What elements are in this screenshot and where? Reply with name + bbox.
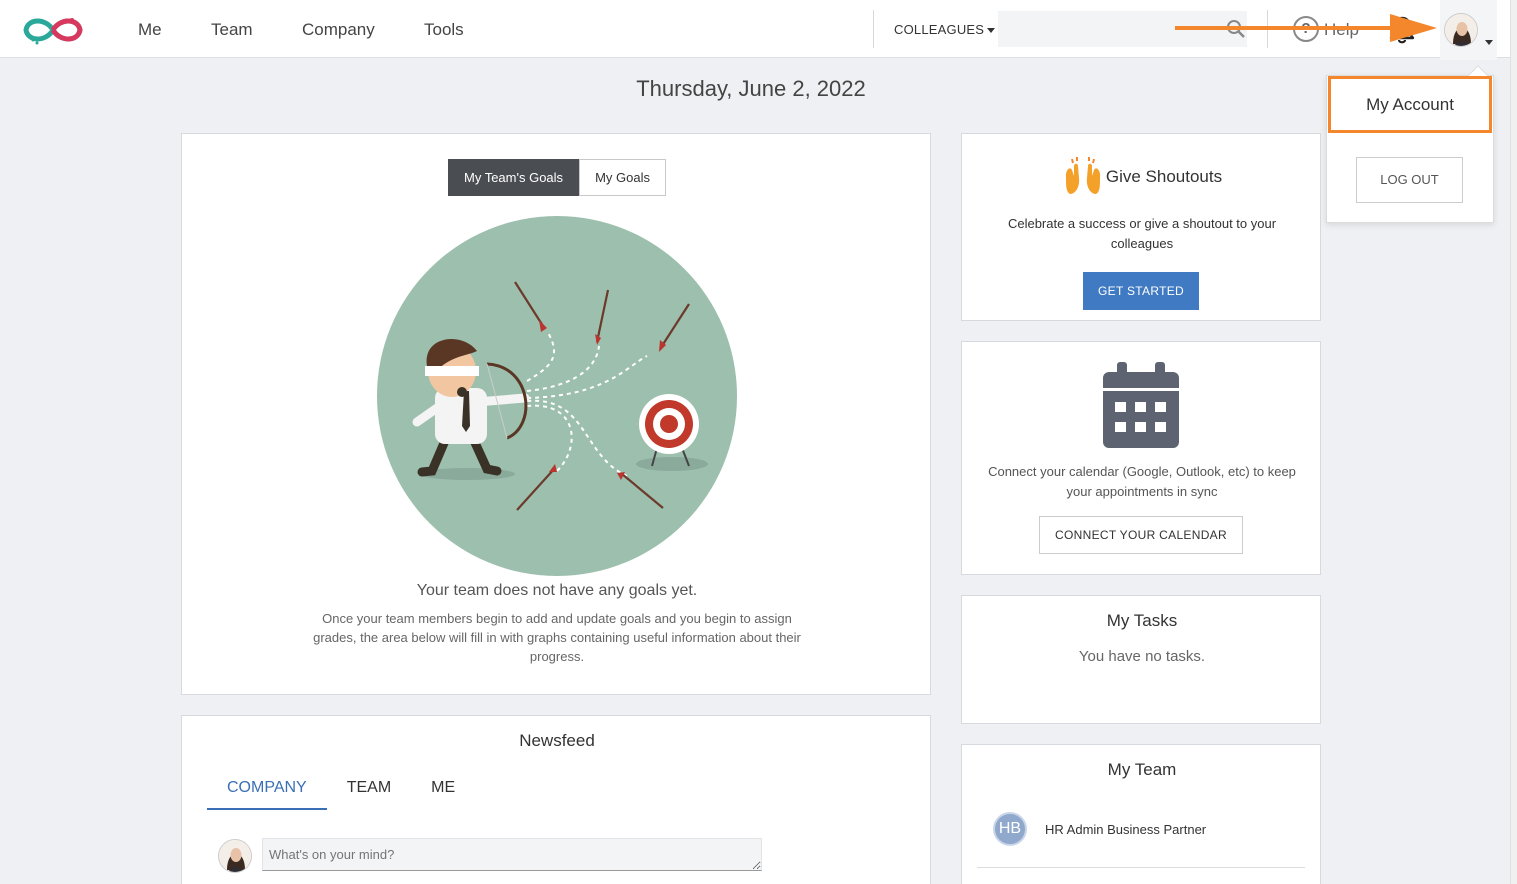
team-card: My Team HB HR Admin Business Partner <box>961 744 1321 884</box>
team-title: My Team <box>1107 760 1177 779</box>
nav-tools[interactable]: Tools <box>424 20 464 40</box>
goals-empty-title: Your team does not have any goals yet. <box>416 582 698 599</box>
calendar-text: Connect your calendar (Google, Outlook, … <box>988 464 1296 499</box>
colleagues-label: COLLEAGUES <box>894 22 985 37</box>
calendar-icon <box>1103 362 1179 448</box>
tasks-title: My Tasks <box>1106 611 1178 630</box>
get-started-button[interactable]: GET STARTED <box>1083 272 1199 310</box>
tab-my-goals[interactable]: My Goals <box>579 159 666 196</box>
newsfeed-tabs: COMPANY TEAM ME <box>207 772 475 810</box>
nav-team[interactable]: Team <box>211 20 253 40</box>
team-member-row[interactable]: HB HR Admin Business Partner <box>977 800 1305 868</box>
tasks-card: My Tasks You have no tasks. <box>961 595 1321 724</box>
post-input[interactable] <box>262 838 762 871</box>
archer-illustration <box>377 216 737 576</box>
goals-toggle: My Team's Goals My Goals <box>448 159 666 196</box>
shoutouts-text: Celebrate a success or give a shoutout t… <box>1007 216 1277 251</box>
nav-company[interactable]: Company <box>302 20 375 40</box>
nav-me[interactable]: Me <box>138 20 162 40</box>
avatar: HB <box>993 812 1027 846</box>
page-scrollbar[interactable] <box>1510 0 1517 884</box>
calendar-card: Connect your calendar (Google, Outlook, … <box>961 341 1321 575</box>
raised-hands-icon <box>1065 157 1101 194</box>
chevron-down-icon <box>1485 40 1493 45</box>
newsfeed-title: Newsfeed <box>519 731 595 750</box>
goals-empty-text: Once your team members begin to add and … <box>313 611 801 664</box>
tab-company[interactable]: COMPANY <box>207 772 327 810</box>
logout-button[interactable]: LOG OUT <box>1356 157 1463 203</box>
chevron-down-icon <box>987 28 996 34</box>
page-date: Thursday, June 2, 2022 <box>636 76 866 101</box>
nav-divider <box>873 10 874 48</box>
guide-arrow-icon <box>1175 14 1437 42</box>
shoutouts-title: Give Shoutouts <box>1105 167 1223 186</box>
company-logo[interactable] <box>20 12 86 48</box>
tab-my-teams-goals[interactable]: My Team's Goals <box>448 159 580 196</box>
shoutouts-header: Give Shoutouts <box>962 156 1322 198</box>
user-avatar[interactable] <box>1444 13 1478 47</box>
tab-me[interactable]: ME <box>411 772 475 810</box>
team-member-name: HR Admin Business Partner <box>1045 822 1207 837</box>
goals-card: My Team's Goals My Goals Your team does … <box>181 133 931 695</box>
tab-team[interactable]: TEAM <box>327 772 411 810</box>
shoutouts-card: Give Shoutouts Celebrate a success or gi… <box>961 133 1321 321</box>
avatar <box>218 839 252 873</box>
tasks-empty: You have no tasks. <box>1078 648 1206 665</box>
newsfeed-card: Newsfeed COMPANY TEAM ME <box>181 715 931 884</box>
connect-calendar-button[interactable]: CONNECT YOUR CALENDAR <box>1039 516 1243 554</box>
colleagues-dropdown[interactable]: COLLEAGUES <box>894 22 996 37</box>
